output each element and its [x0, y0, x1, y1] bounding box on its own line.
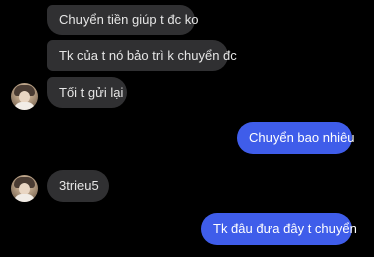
- incoming-message-bubble[interactable]: 3trieu5: [47, 170, 109, 202]
- incoming-message-bubble[interactable]: Chuyển tiền giúp t đc ko: [47, 5, 199, 35]
- outgoing-message-bubble[interactable]: Tk đâu đưa đây t chuyển: [201, 213, 357, 245]
- incoming-message-bubble[interactable]: Tối t gửi lại: [47, 77, 127, 108]
- avatar-shirt: [14, 194, 35, 202]
- message-text: Tk đâu đưa đây t chuyển: [213, 221, 357, 236]
- message-text: Chuyển bao nhiêu: [249, 130, 355, 145]
- message-text: Chuyển tiền giúp t đc ko: [59, 12, 199, 27]
- message-text: Tối t gửi lại: [59, 84, 124, 100]
- incoming-message-bubble[interactable]: Tk của t nó bảo trì k chuyển đc: [47, 40, 237, 71]
- message-text: 3trieu5: [59, 178, 99, 193]
- contact-avatar-icon[interactable]: [11, 83, 38, 110]
- outgoing-message-bubble[interactable]: Chuyển bao nhiêu: [237, 122, 355, 154]
- avatar-shirt: [14, 102, 35, 110]
- contact-avatar-icon[interactable]: [11, 175, 38, 202]
- message-text: Tk của t nó bảo trì k chuyển đc: [59, 47, 237, 63]
